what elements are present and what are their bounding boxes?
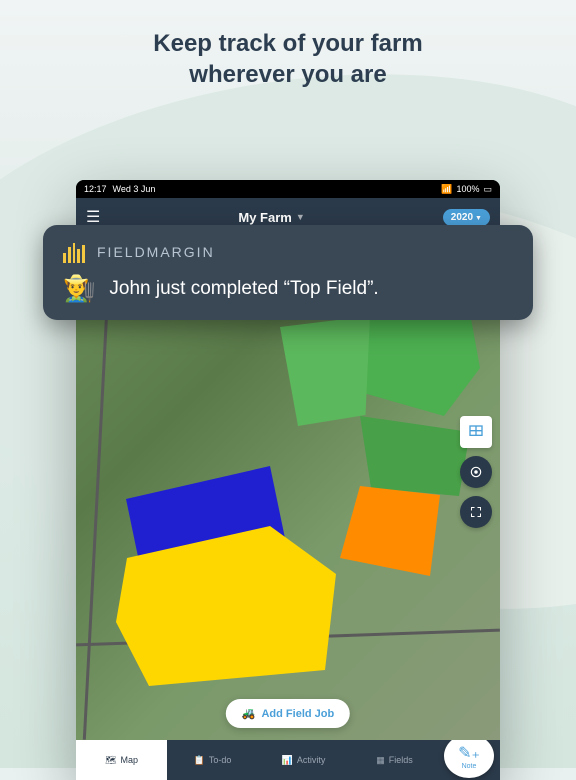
bottom-nav: 🗺 Map 📋 To-do 📊 Activity ▦ Fields ✎₊ Not… [76, 740, 500, 780]
fields-icon: ▦ [376, 755, 385, 766]
notification-message: John just completed “Top Field”. [109, 278, 378, 300]
battery-percent: 100% [456, 184, 479, 194]
field-polygon[interactable] [340, 486, 440, 576]
notification-app-name: FIELDMARGIN [97, 244, 215, 260]
add-job-label: Add Field Job [261, 708, 334, 720]
pen-plus-icon: ✎₊ [458, 743, 480, 763]
field-polygon[interactable] [360, 416, 470, 496]
notification-header: FIELDMARGIN [63, 241, 513, 263]
add-field-job-button[interactable]: 🚜 Add Field Job [226, 699, 350, 728]
farm-name: My Farm [238, 210, 291, 225]
nav-todo[interactable]: 📋 To-do [167, 740, 258, 780]
nav-map[interactable]: 🗺 Map [76, 740, 167, 780]
status-date: Wed 3 Jun [113, 184, 156, 194]
notification-body: 👨‍🌾 John just completed “Top Field”. [63, 273, 513, 304]
farmer-emoji-icon: 👨‍🌾 [63, 273, 95, 304]
chevron-down-icon: ▼ [296, 212, 305, 222]
nav-label: Activity [297, 755, 326, 765]
battery-icon: ▭ [483, 184, 492, 195]
status-time: 12:17 [84, 184, 107, 194]
year-selector[interactable]: 2020▼ [443, 209, 490, 226]
nav-fields[interactable]: ▦ Fields [349, 740, 440, 780]
layers-button[interactable] [460, 416, 492, 448]
field-polygon[interactable] [280, 316, 370, 426]
app-logo-icon [63, 241, 85, 263]
expand-button[interactable] [460, 496, 492, 528]
status-bar: 12:17 Wed 3 Jun 📶 100% ▭ [76, 180, 500, 198]
map-icon: 🗺 [105, 755, 116, 766]
headline-line-2: wherever you are [40, 59, 536, 90]
menu-button[interactable]: ☰ [86, 207, 100, 227]
headline-line-1: Keep track of your farm [40, 28, 536, 59]
todo-icon: 📋 [194, 755, 205, 766]
nav-activity[interactable]: 📊 Activity [258, 740, 349, 780]
map-controls [460, 416, 492, 528]
locate-button[interactable] [460, 456, 492, 488]
farm-selector[interactable]: My Farm ▼ [238, 210, 304, 225]
nav-label: Fields [389, 755, 413, 765]
notification-toast[interactable]: FIELDMARGIN 👨‍🌾 John just completed “Top… [43, 225, 533, 320]
tractor-icon: 🚜 [242, 707, 256, 720]
nav-label: Map [120, 755, 138, 765]
nav-label: To-do [209, 755, 232, 765]
wifi-icon: 📶 [441, 184, 452, 195]
marketing-headline: Keep track of your farm wherever you are [0, 0, 576, 90]
activity-icon: 📊 [282, 755, 293, 766]
chevron-down-icon: ▼ [475, 215, 482, 222]
nav-note-button[interactable]: ✎₊ Note [444, 734, 494, 778]
nav-label: Note [462, 763, 477, 770]
